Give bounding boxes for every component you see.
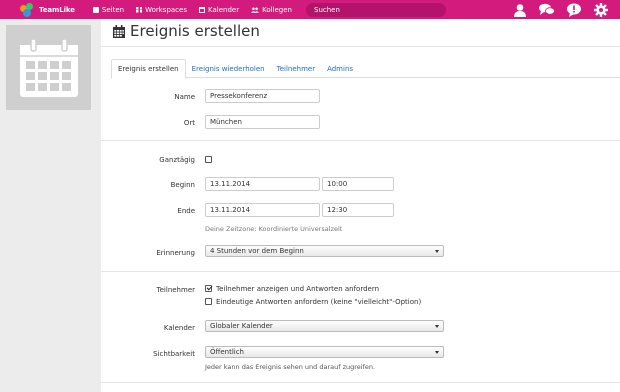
sichtbarkeit-value: Öffentlich [210, 348, 244, 356]
chevron-down-icon [435, 351, 439, 354]
section-divider [101, 140, 620, 141]
topbar-icons [512, 0, 620, 19]
erinnerung-select[interactable]: 4 Stunden vor dem Beginn [205, 245, 444, 257]
beginn-date-field[interactable]: 13.11.2014 [205, 177, 320, 191]
sichtbarkeit-label: Sichtbarkeit [153, 350, 195, 358]
profile-icon[interactable] [512, 2, 528, 18]
settings-icon[interactable] [593, 2, 609, 18]
beginn-time-field[interactable]: 10:00 [322, 177, 394, 191]
section-divider [101, 382, 620, 383]
ende-label: Ende [177, 207, 195, 215]
tab-bar: Ereignis erstellen Ereignis wiederholen … [111, 59, 620, 79]
nav-item-label: Kalender [208, 5, 240, 14]
page-header: Ereignis erstellen [113, 22, 260, 40]
kalender-label: Kalender [163, 324, 195, 332]
teamlike-logo-icon [20, 2, 34, 17]
ganztaegig-label: Ganztägig [159, 156, 195, 164]
ganztaegig-checkbox[interactable] [205, 156, 212, 163]
calendar-large-icon [19, 37, 78, 97]
top-navigation-bar: TeamLike Seiten Workspaces Kalender Koll… [0, 0, 620, 19]
nav-item-label: Seiten [101, 5, 125, 14]
calendar-icon [199, 6, 205, 13]
tab-admins[interactable]: Admins [321, 59, 359, 78]
sichtbarkeit-hint: Jeder kann das Ereignis sehen und darauf… [205, 363, 376, 371]
users-icon [251, 7, 260, 13]
nav-item-seiten[interactable]: Seiten [92, 5, 125, 14]
eindeutige-antworten-label[interactable]: Eindeutige Antworten anfordern (keine "v… [216, 298, 421, 306]
nav-item-kollegen[interactable]: Kollegen [251, 6, 292, 14]
erinnerung-value: 4 Stunden vor dem Beginn [210, 247, 304, 255]
ende-date-field[interactable]: 13.11.2014 [205, 203, 320, 217]
nav-item-label: Workspaces [145, 5, 187, 14]
tab-teilnehmer[interactable]: Teilnehmer [271, 59, 321, 78]
nav-item-workspaces[interactable]: Workspaces [136, 6, 187, 14]
main-nav: Seiten Workspaces Kalender Kollegen Such… [92, 2, 446, 17]
chevron-down-icon [435, 250, 439, 253]
ende-time-field[interactable]: 12:30 [322, 203, 394, 217]
beginn-label: Beginn [170, 181, 195, 189]
chevron-down-icon [435, 325, 439, 328]
name-field[interactable]: Pressekonferenz [205, 89, 320, 103]
kalender-select[interactable]: Globaler Kalender [205, 320, 444, 332]
ort-field[interactable]: München [205, 115, 320, 129]
sidebar [0, 19, 101, 392]
calendar-icon [113, 24, 125, 38]
kalender-value: Globaler Kalender [210, 322, 273, 330]
brand-name: TeamLike [39, 5, 75, 14]
eindeutige-antworten-checkbox[interactable] [205, 298, 212, 305]
notifications-icon[interactable] [566, 2, 582, 18]
event-image-placeholder [6, 25, 91, 110]
tab-ereignis-erstellen[interactable]: Ereignis erstellen [111, 59, 186, 79]
sichtbarkeit-select[interactable]: Öffentlich [205, 346, 444, 358]
page-title: Ereignis erstellen [130, 22, 260, 40]
chat-icon[interactable] [539, 2, 555, 18]
tab-ereignis-wiederholen[interactable]: Ereignis wiederholen [186, 59, 271, 78]
nav-item-kalender[interactable]: Kalender [199, 6, 239, 14]
section-divider [101, 271, 620, 272]
pages-icon [92, 6, 99, 13]
divider [101, 46, 620, 47]
main-content: Ereignis erstellen Ereignis erstellen Er… [101, 19, 620, 392]
teilnehmer-label: Teilnehmer [156, 286, 195, 294]
teilnehmer-anzeigen-label[interactable]: Teilnehmer anzeigen und Antworten anford… [216, 285, 379, 293]
name-label: Name [174, 93, 195, 101]
teilnehmer-anzeigen-checkbox[interactable] [205, 285, 212, 292]
ort-label: Ort [183, 119, 195, 127]
nav-item-label: Kollegen [262, 5, 292, 14]
brand[interactable]: TeamLike [20, 0, 75, 19]
timezone-hint: Deine Zeitzone: Koordinierte Universalze… [205, 225, 343, 233]
workspaces-icon [136, 6, 143, 13]
erinnerung-label: Erinnerung [156, 249, 195, 257]
search-input[interactable]: Suchen [306, 2, 446, 17]
